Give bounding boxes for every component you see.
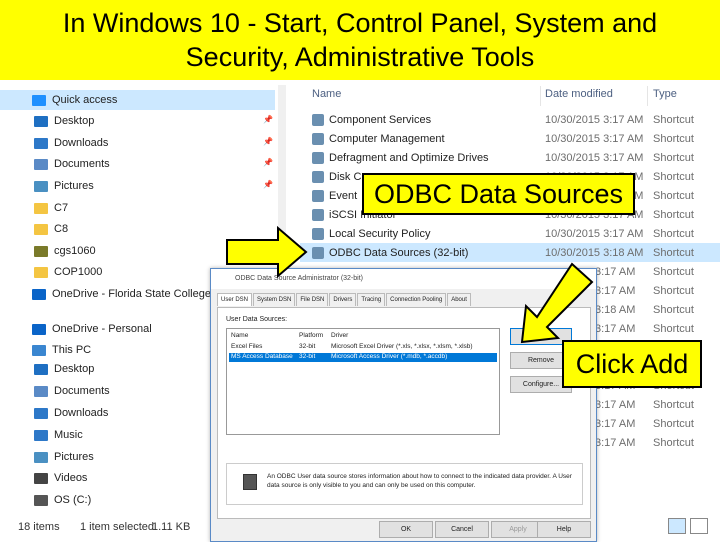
arrows-overlay [226,225,594,344]
right-arrow-icon [226,225,308,279]
down-left-arrow-icon [520,262,594,344]
